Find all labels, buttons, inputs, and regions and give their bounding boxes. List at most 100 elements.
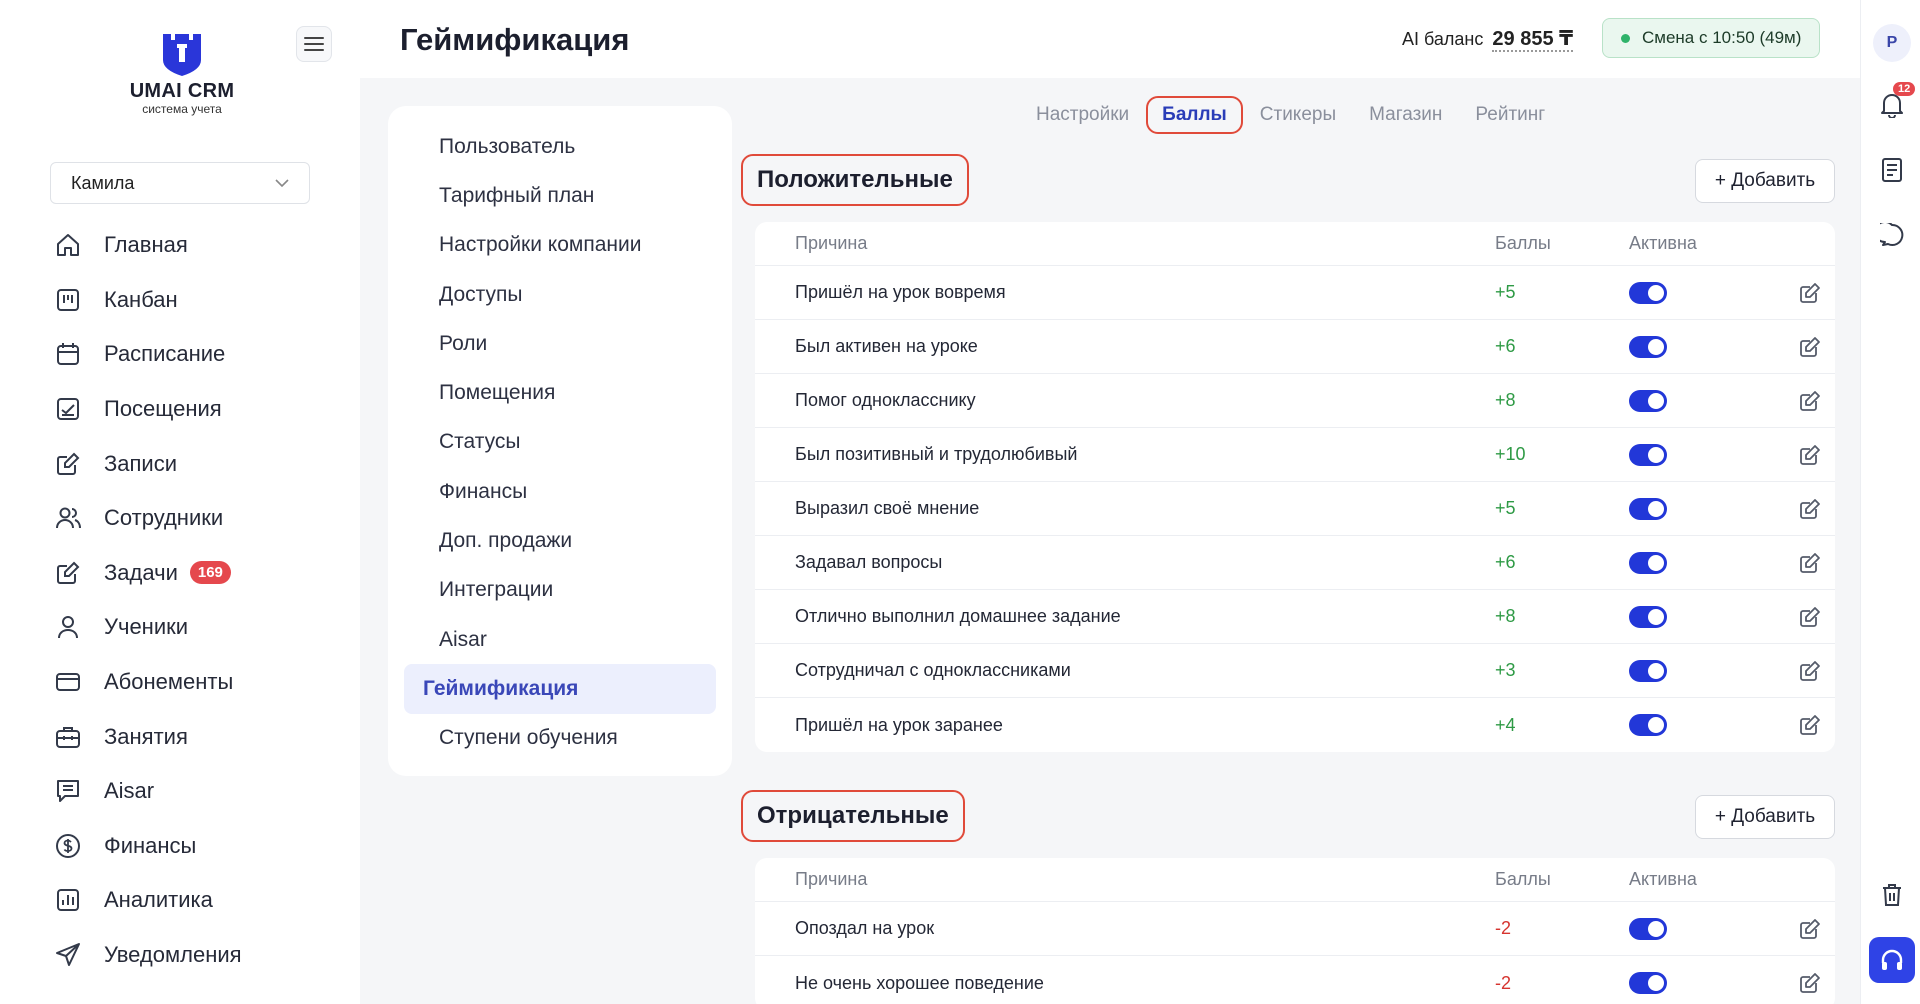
nav-item-subscriptions[interactable]: Абонементы [52,655,242,710]
settings-item-finance[interactable]: Финансы [404,467,716,516]
active-toggle[interactable] [1629,443,1667,466]
nav-item-schedule[interactable]: Расписание [52,327,242,382]
nav-item-attendance[interactable]: Посещения [52,382,242,437]
points-cell: +5 [1495,498,1516,518]
settings-item-access[interactable]: Доступы [404,270,716,319]
shift-status-button[interactable]: Смена с 10:50 (49м) [1602,18,1821,58]
column-active: Активна [1629,869,1697,889]
table-row: Опоздал на урок -2 [755,902,1835,956]
nav-item-lessons[interactable]: Занятия [52,709,242,764]
nav-item-home[interactable]: Главная [52,218,242,273]
castle-logo-icon [163,34,201,76]
logo[interactable]: UMAI CRM система учета [122,32,242,116]
journal-icon[interactable] [1877,155,1907,185]
edit-icon[interactable] [1799,390,1821,412]
nav-label: Занятия [104,723,188,749]
points-cell: +6 [1495,336,1516,356]
settings-item-upsell[interactable]: Доп. продажи [404,516,716,565]
table-header: Причина Баллы Активна [755,222,1835,266]
nav-item-staff[interactable]: Сотрудники [52,491,242,546]
notification-count-badge: 12 [1893,82,1916,96]
support-button[interactable] [1869,937,1915,983]
menu-toggle-button[interactable] [296,26,332,62]
chat-icon[interactable] [1877,220,1907,250]
settings-item-rooms[interactable]: Помещения [404,368,716,417]
nav-item-notifications[interactable]: Уведомления [52,928,242,983]
nav-item-records[interactable]: Записи [52,436,242,491]
edit-icon[interactable] [1799,660,1821,682]
gamification-tabs: Настройки Баллы Стикеры Магазин Рейтинг [1020,96,1562,134]
nav-label: Главная [104,232,188,258]
active-toggle[interactable] [1629,972,1667,994]
shift-status-dot [1621,33,1630,43]
active-toggle[interactable] [1629,389,1667,412]
active-toggle[interactable] [1629,497,1667,520]
send-icon [52,939,84,971]
edit-icon[interactable] [1799,552,1821,574]
edit-icon[interactable] [1799,972,1821,994]
nav-item-analytics[interactable]: Аналитика [52,873,242,928]
settings-item-aisar[interactable]: Aisar [404,615,716,664]
reason-cell: Был активен на уроке [795,336,978,356]
edit-icon[interactable] [1799,498,1821,520]
user-select[interactable]: Камила [50,162,310,204]
add-positive-button[interactable]: + Добавить [1695,159,1835,203]
user-select-value: Камила [71,172,135,193]
nav-label: Канбан [104,286,178,312]
nav-item-students[interactable]: Ученики [52,600,242,655]
nav-item-tasks[interactable]: Задачи 169 [52,546,242,601]
headset-icon [1881,949,1903,970]
sidebar: UMAI CRM система учета Камила Главная Ка… [0,0,360,1004]
active-toggle[interactable] [1629,281,1667,304]
settings-item-tariff[interactable]: Тарифный план [404,171,716,220]
positive-points-table: Причина Баллы Активна Пришёл на урок вов… [755,222,1835,752]
ai-balance[interactable]: AI баланс 29 855 ₸ [1402,26,1574,52]
table-row: Задавал вопросы +6 [755,536,1835,590]
settings-item-integrations[interactable]: Интеграции [404,566,716,615]
tab-points[interactable]: Баллы [1146,96,1243,134]
settings-item-user[interactable]: Пользователь [404,122,716,171]
ai-balance-value: 29 855 ₸ [1492,28,1574,52]
settings-item-roles[interactable]: Роли [404,319,716,368]
avatar[interactable]: Р [1873,24,1911,62]
active-toggle[interactable] [1629,605,1667,628]
tab-stickers[interactable]: Стикеры [1244,96,1352,134]
nav-label: Записи [104,450,178,476]
edit-note-icon [52,448,84,480]
active-toggle[interactable] [1629,335,1667,358]
tab-settings[interactable]: Настройки [1020,96,1145,134]
edit-icon[interactable] [1799,282,1821,304]
edit-icon[interactable] [1799,918,1821,940]
tab-shop[interactable]: Магазин [1353,96,1458,134]
nav-item-finance[interactable]: Финансы [52,819,242,874]
column-points: Баллы [1495,233,1551,253]
nav-label: Расписание [104,341,226,367]
settings-item-statuses[interactable]: Статусы [404,418,716,467]
nav-item-aisar[interactable]: Aisar [52,764,242,819]
points-cell: +8 [1495,606,1516,626]
hamburger-icon [304,37,324,51]
edit-icon[interactable] [1799,714,1821,736]
edit-icon[interactable] [1799,606,1821,628]
dollar-icon [52,830,84,862]
edit-icon[interactable] [1799,444,1821,466]
active-toggle[interactable] [1629,917,1667,940]
negative-points-table: Причина Баллы Активна Опоздал на урок -2 Н… [755,858,1835,1004]
settings-item-learning-stages[interactable]: Ступени обучения [404,714,716,763]
active-toggle[interactable] [1629,714,1667,736]
reason-cell: Пришёл на урок вовремя [795,282,1006,302]
edit-icon[interactable] [1799,336,1821,358]
settings-item-company[interactable]: Настройки компании [404,221,716,270]
points-cell: +3 [1495,660,1516,680]
add-negative-button[interactable]: + Добавить [1695,795,1835,839]
active-toggle[interactable] [1629,659,1667,682]
table-row: Пришёл на урок заранее +4 [755,698,1835,752]
reason-cell: Выразил своё мнение [795,498,980,518]
nav-item-kanban[interactable]: Канбан [52,273,242,328]
active-toggle[interactable] [1629,551,1667,574]
settings-item-gamification[interactable]: Геймификация [404,664,716,714]
right-rail: Р 12 [1860,0,1920,1004]
tab-rating[interactable]: Рейтинг [1459,96,1561,134]
trash-icon[interactable] [1877,880,1907,910]
positive-section-header: Положительные [741,154,969,206]
